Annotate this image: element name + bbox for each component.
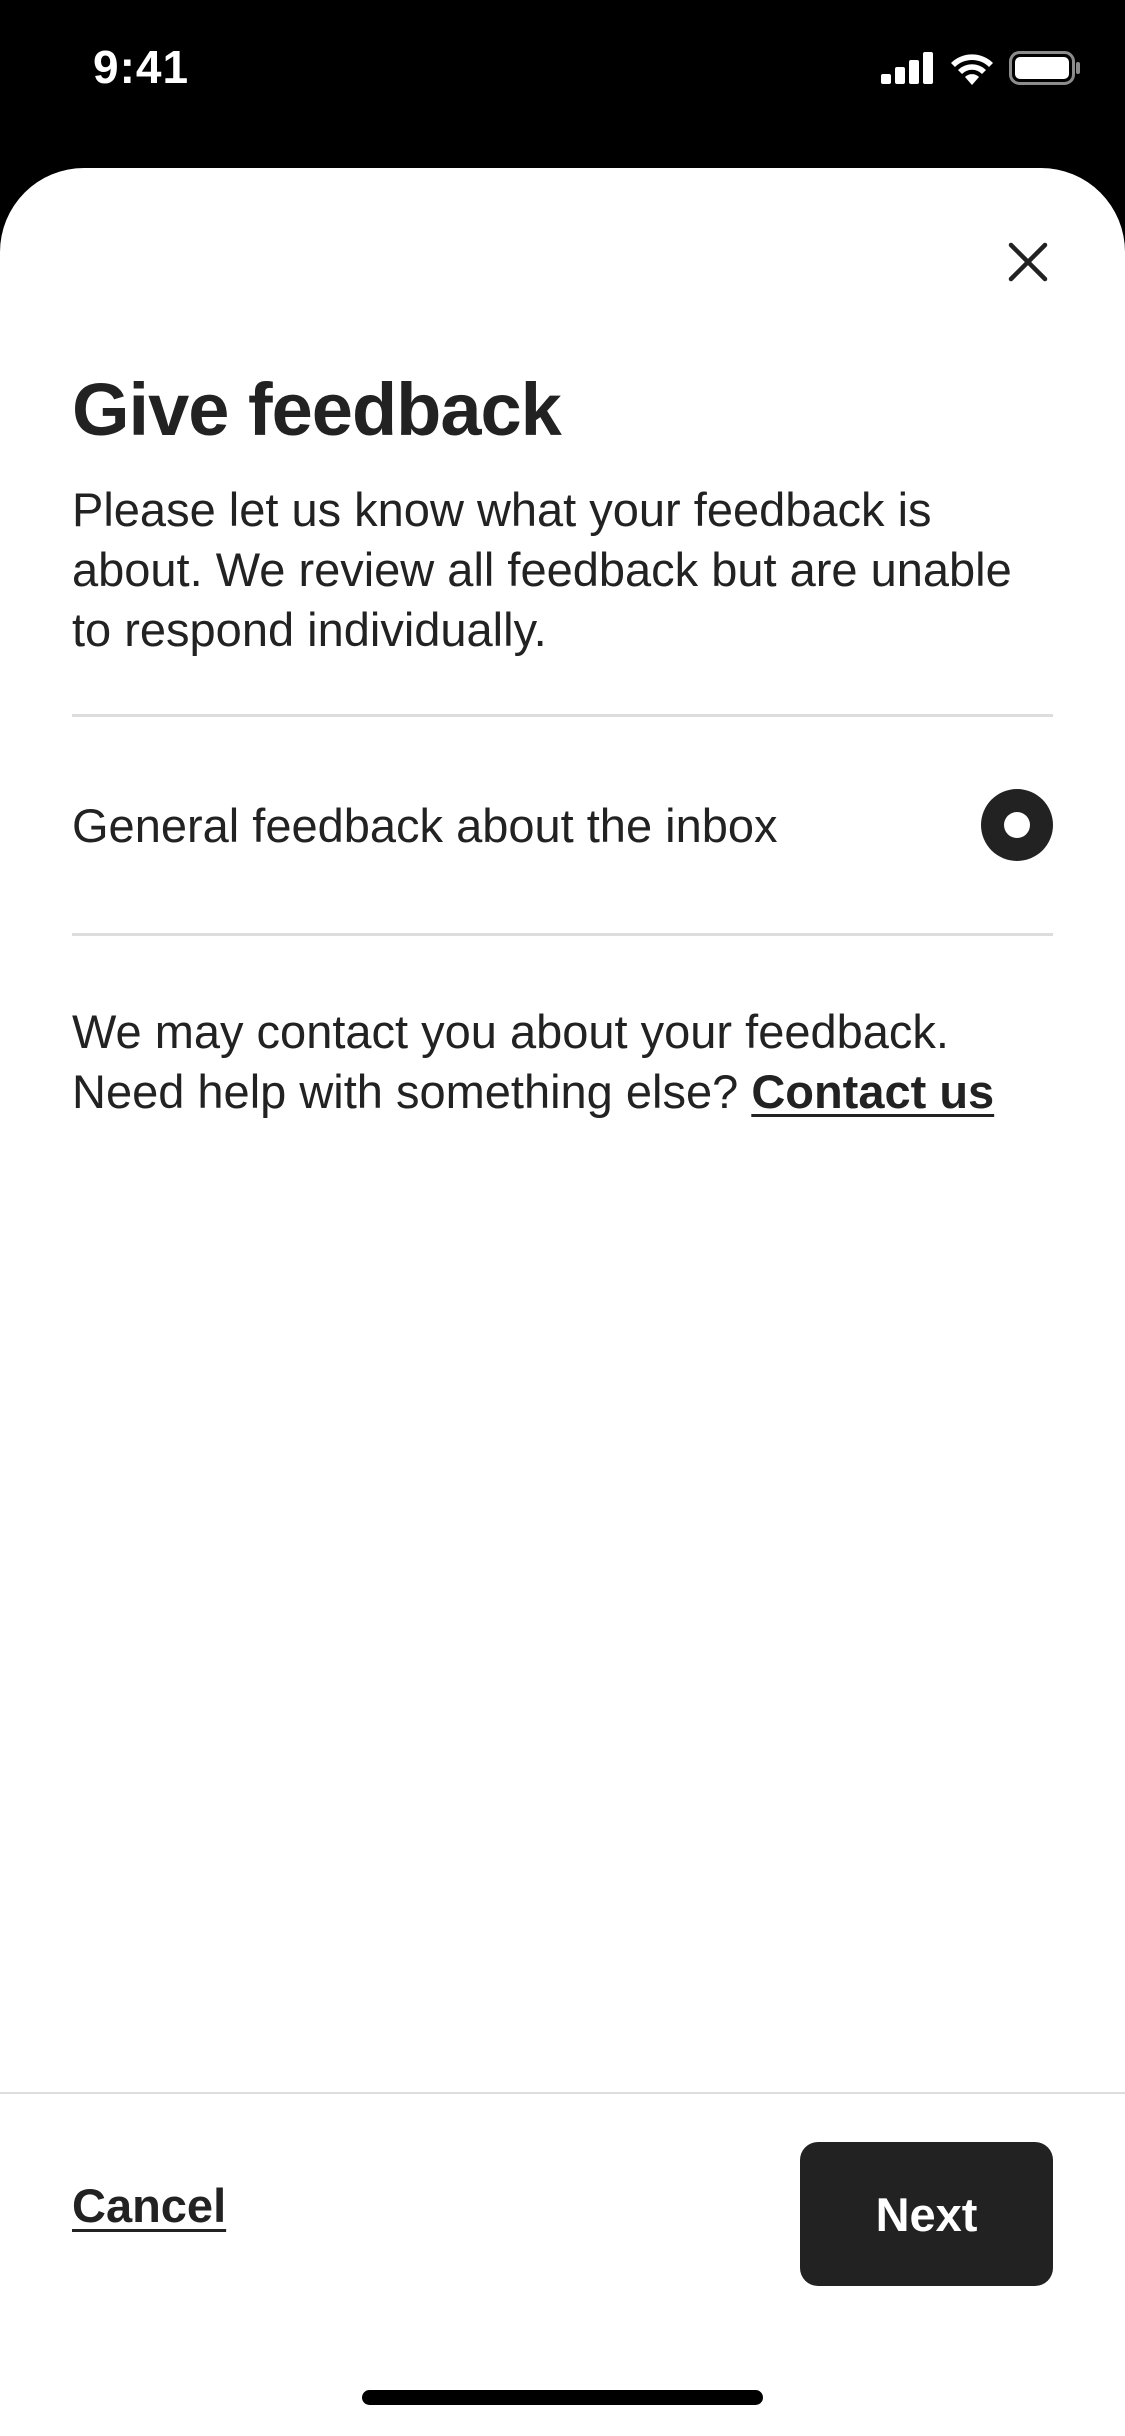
- footer-divider: [0, 2092, 1125, 2094]
- wifi-icon: [949, 51, 995, 90]
- contact-us-link[interactable]: Contact us: [751, 1065, 994, 1118]
- status-bar: 9:41: [0, 0, 1125, 168]
- divider: [72, 933, 1053, 936]
- close-icon: [1008, 242, 1048, 287]
- feedback-sheet: Give feedback Please let us know what yo…: [0, 168, 1125, 2436]
- close-button[interactable]: [992, 228, 1064, 300]
- page-description: Please let us know what your feedback is…: [72, 483, 1012, 656]
- status-icons: [881, 50, 1081, 90]
- next-button[interactable]: Next: [800, 2142, 1053, 2286]
- battery-icon: [1009, 50, 1081, 90]
- radio-dot: [1004, 812, 1030, 838]
- page-title: Give feedback: [72, 368, 562, 451]
- home-indicator: [362, 2390, 763, 2405]
- signal-icon: [881, 51, 935, 89]
- status-time: 9:41: [93, 41, 190, 93]
- contact-note: We may contact you about your feedback. …: [72, 1002, 1072, 1122]
- feedback-option-general[interactable]: General feedback about the inbox: [72, 717, 1053, 933]
- option-label: General feedback about the inbox: [72, 798, 778, 852]
- cancel-button[interactable]: Cancel: [72, 2178, 226, 2233]
- radio-selected[interactable]: [981, 789, 1053, 861]
